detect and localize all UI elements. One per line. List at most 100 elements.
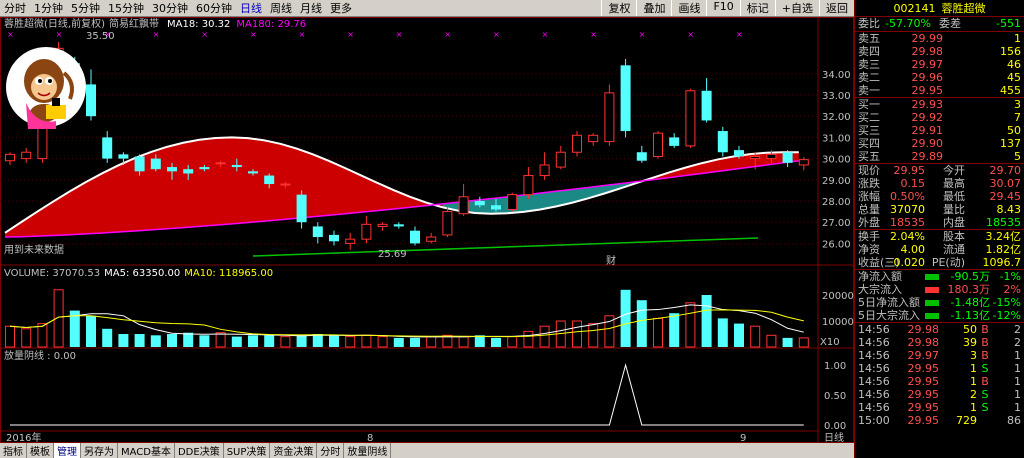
volume-bar-down bbox=[701, 295, 712, 347]
candle-body-up bbox=[572, 134, 582, 153]
candle-body-down bbox=[636, 152, 647, 161]
formula-tab[interactable]: MACD基本 bbox=[118, 443, 175, 458]
volume-bar-down bbox=[167, 334, 177, 347]
tick-row: 14:56 29.95 1 S 1 bbox=[858, 362, 1021, 375]
candle-body-up bbox=[442, 211, 453, 236]
candle-body-down bbox=[491, 205, 501, 210]
volume-bars bbox=[5, 289, 809, 348]
tool-button[interactable]: +自选 bbox=[774, 0, 819, 16]
volume-bar-up bbox=[458, 336, 469, 348]
stat-row: 外盘 18535 内盘 18535 bbox=[858, 216, 1021, 229]
candle-body-up bbox=[798, 159, 809, 166]
tool-button[interactable]: 返回 bbox=[819, 0, 854, 16]
formula-tab[interactable]: 模板 bbox=[27, 443, 54, 458]
period-tab[interactable]: 日线 bbox=[236, 0, 266, 16]
candle-body-up bbox=[539, 164, 550, 177]
period-tab[interactable]: 30分钟 bbox=[148, 0, 192, 16]
candle-body-down bbox=[248, 171, 258, 174]
price-tick: 27.00 bbox=[822, 218, 851, 229]
formula-tab[interactable]: SUP决策 bbox=[224, 443, 271, 458]
period-tab[interactable]: 周线 bbox=[266, 0, 296, 16]
price-tick: 31.00 bbox=[822, 133, 851, 144]
quote-row[interactable]: 买二 29.92 7 bbox=[855, 111, 1024, 124]
tool-button[interactable]: 画线 bbox=[671, 0, 706, 16]
tick-row: 14:56 29.98 39 B 2 bbox=[858, 336, 1021, 349]
volume-bar-down bbox=[491, 337, 501, 347]
candle-body-down bbox=[701, 90, 712, 121]
flow-row: 5日大宗流入 -1.13亿 -12% bbox=[858, 309, 1021, 322]
candle-body-up bbox=[604, 92, 615, 143]
quote-row[interactable]: 买三 29.91 50 bbox=[855, 124, 1024, 137]
volume-bar-down bbox=[150, 335, 161, 347]
quote-row[interactable]: 卖一 29.95 455 bbox=[855, 84, 1024, 97]
volume-bar-up bbox=[215, 332, 226, 348]
signal-marker: × bbox=[299, 30, 306, 39]
period-tab[interactable]: 更多 bbox=[326, 0, 356, 16]
period-tab[interactable]: 15分钟 bbox=[104, 0, 148, 16]
quote-row[interactable]: 卖四 29.98 156 bbox=[855, 45, 1024, 58]
indicator-tick: 1.00 bbox=[824, 361, 846, 372]
low-price-label: 25.69 bbox=[378, 249, 407, 260]
kline-chart[interactable]: × × × × × × × × × × × × × × × × 34.0033.0032.0031.0030.… bbox=[0, 17, 854, 443]
period-tab[interactable]: 月线 bbox=[296, 0, 326, 16]
candle-body-up bbox=[426, 236, 437, 242]
formula-tab[interactable]: 分时 bbox=[317, 443, 345, 458]
volume-bar-down bbox=[183, 332, 194, 347]
volume-bar-down bbox=[669, 313, 680, 347]
quote-row[interactable]: 买四 29.90 137 bbox=[855, 137, 1024, 150]
tick-list[interactable]: 14:56 29.98 50 B 2 14:56 29.98 39 B 2 14:56 29.97 3 B… bbox=[855, 323, 1024, 427]
tool-button[interactable]: 标记 bbox=[739, 0, 775, 16]
quote-row[interactable]: 买一 29.93 3 bbox=[855, 98, 1024, 111]
candle-body-down bbox=[150, 158, 161, 170]
volume-bar-up bbox=[345, 336, 356, 348]
volume-bar-down bbox=[86, 315, 96, 347]
signal-marker: × bbox=[736, 30, 743, 39]
price-tick: 33.00 bbox=[822, 91, 851, 102]
candle-body-up bbox=[653, 132, 663, 157]
volume-bar-down bbox=[620, 289, 631, 347]
vol-ma5-line bbox=[9, 304, 804, 338]
quote-row[interactable]: 买五 29.89 5 bbox=[855, 150, 1024, 163]
period-toolbar: 分时 1分钟 5分钟 15分钟 30分钟 60分钟 日线 周线 月线 更多 复权 叠加 画线 F10 标记… bbox=[0, 0, 854, 17]
period-tab[interactable]: 5分钟 bbox=[67, 0, 104, 16]
period-tab[interactable]: 分时 bbox=[0, 0, 30, 16]
tool-button[interactable]: 复权 bbox=[601, 0, 636, 16]
volume-bar-down bbox=[264, 335, 275, 347]
flow-row: 净流入额 -90.5万 -1% bbox=[858, 270, 1021, 283]
formula-tab[interactable]: 放量阴线 bbox=[344, 443, 392, 458]
formula-tab[interactable]: DDE决策 bbox=[175, 443, 224, 458]
tool-button[interactable]: F10 bbox=[706, 0, 739, 16]
signal-marker: × bbox=[396, 30, 403, 39]
candle-body-up bbox=[685, 90, 696, 147]
formula-tab[interactable]: 管理 bbox=[54, 443, 81, 458]
signal-marker: × bbox=[250, 30, 257, 39]
volume-bar-up bbox=[361, 334, 372, 348]
volume-unit: X10 bbox=[820, 337, 840, 348]
tool-button[interactable]: 叠加 bbox=[636, 0, 671, 16]
candle-body-down bbox=[199, 167, 210, 170]
red-ribbon bbox=[4, 136, 799, 238]
candle-body-down bbox=[167, 167, 177, 172]
tick-row: 14:56 29.95 2 S 1 bbox=[858, 388, 1021, 401]
formula-tab[interactable]: 指标 bbox=[0, 443, 27, 458]
volume-bar-up bbox=[798, 337, 809, 348]
period-tab[interactable]: 60分钟 bbox=[192, 0, 236, 16]
period-tab[interactable]: 1分钟 bbox=[30, 0, 67, 16]
candle-body-down bbox=[734, 150, 744, 157]
formula-tab[interactable]: 资金决策 bbox=[270, 443, 318, 458]
signal-marker: × bbox=[590, 30, 597, 39]
candle-body-down bbox=[410, 230, 420, 244]
candle-body-up bbox=[523, 175, 534, 196]
volume-bar-down bbox=[231, 336, 242, 347]
formula-tab[interactable]: 另存为 bbox=[81, 443, 118, 458]
volume-bar-up bbox=[766, 334, 777, 348]
volume-bar-down bbox=[782, 337, 793, 347]
signal-marker: × bbox=[639, 30, 646, 39]
quote-row[interactable]: 卖五 29.99 1 bbox=[855, 32, 1024, 45]
quote-row[interactable]: 卖三 29.97 46 bbox=[855, 58, 1024, 71]
quote-row[interactable]: 卖二 29.96 45 bbox=[855, 71, 1024, 84]
candle-body-down bbox=[620, 65, 631, 132]
stat-row: 总量 37070 量比 8.43 bbox=[858, 203, 1021, 216]
tick-row: 14:56 29.97 3 B 1 bbox=[858, 349, 1021, 362]
signal-marker: × bbox=[542, 30, 549, 39]
